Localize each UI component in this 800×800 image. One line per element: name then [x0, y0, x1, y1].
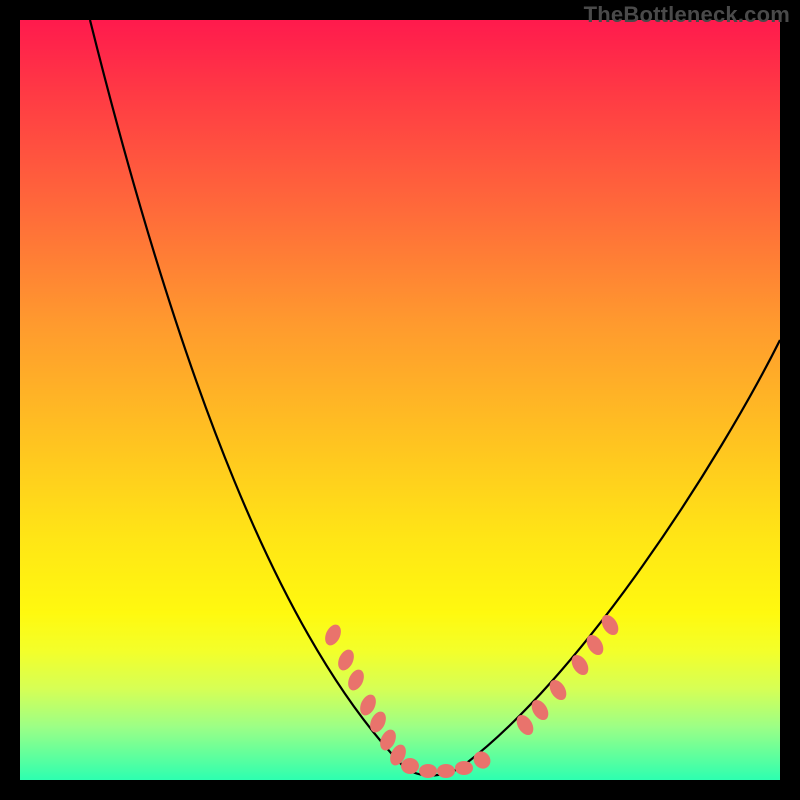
- curve-marker: [367, 709, 389, 735]
- bottleneck-curve: [90, 20, 780, 776]
- curve-marker: [568, 652, 592, 678]
- curve-marker: [470, 748, 494, 772]
- curve-marker: [546, 677, 570, 703]
- curve-marker: [419, 764, 437, 778]
- curve-marker: [513, 712, 537, 738]
- curve-marker: [335, 647, 357, 673]
- curve-marker: [598, 612, 622, 638]
- curve-marker: [437, 764, 455, 778]
- curve-marker: [345, 667, 367, 693]
- curve-marker: [455, 761, 473, 775]
- chart-svg: [20, 20, 780, 780]
- marker-layer: [322, 612, 622, 778]
- curve-marker: [357, 692, 379, 718]
- curve-marker: [387, 742, 409, 768]
- chart-plot-area: [20, 20, 780, 780]
- curve-marker: [583, 632, 607, 658]
- curve-marker: [322, 622, 344, 648]
- watermark-text: TheBottleneck.com: [584, 2, 790, 28]
- curve-marker: [528, 697, 552, 723]
- curve-marker: [401, 758, 419, 774]
- curve-marker: [377, 727, 399, 753]
